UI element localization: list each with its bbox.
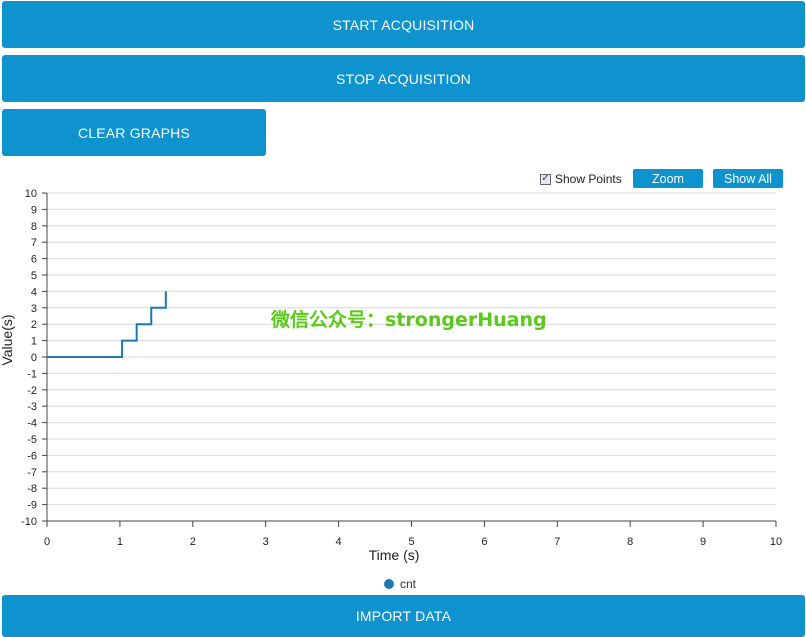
- y-tick-label: 3: [31, 303, 37, 315]
- y-tick-label: 5: [31, 270, 37, 282]
- legend-marker-cnt: [384, 579, 394, 589]
- x-tick-label: 4: [336, 536, 342, 548]
- x-tick-label: 1: [117, 536, 123, 548]
- y-axis-ticks: 109876543210-1-2-3-4-5-6-7-8-9-10: [21, 188, 47, 528]
- x-tick-label: 7: [554, 536, 560, 548]
- y-tick-label: -10: [21, 516, 37, 528]
- y-tick-label: 2: [31, 319, 37, 331]
- y-tick-label: 0: [31, 352, 37, 364]
- y-tick-label: 4: [31, 286, 37, 298]
- x-axis-label: Time (s): [369, 547, 420, 563]
- x-tick-label: 0: [44, 536, 50, 548]
- y-tick-label: 8: [31, 221, 37, 233]
- x-tick-label: 2: [190, 536, 196, 548]
- y-tick-label: -9: [27, 500, 37, 512]
- y-tick-label: 1: [31, 336, 37, 348]
- y-tick-label: -5: [27, 434, 37, 446]
- chart-legend[interactable]: cnt: [384, 577, 416, 591]
- y-tick-label: -4: [27, 418, 37, 430]
- x-tick-label: 3: [263, 536, 269, 548]
- y-tick-label: 9: [31, 204, 37, 216]
- y-axis-label: Value(s): [0, 314, 15, 365]
- y-tick-label: 10: [25, 188, 37, 200]
- y-tick-label: -7: [27, 467, 37, 479]
- y-tick-label: 6: [31, 254, 37, 266]
- watermark-text: 微信公众号：strongerHuang: [271, 309, 547, 331]
- y-tick-label: -1: [27, 368, 37, 380]
- chart-grid: [47, 192, 776, 522]
- y-tick-label: -2: [27, 385, 37, 397]
- y-tick-label: 7: [31, 237, 37, 249]
- x-axis-ticks: 0 1 2 3 4 5 6 7 8 9 10: [44, 521, 782, 548]
- legend-label-cnt: cnt: [400, 577, 417, 591]
- y-tick-label: -8: [27, 483, 37, 495]
- y-tick-label: -3: [27, 401, 37, 413]
- x-tick-label: 9: [700, 536, 706, 548]
- x-tick-label: 6: [481, 536, 487, 548]
- x-tick-label: 8: [627, 536, 633, 548]
- y-tick-label: -6: [27, 450, 37, 462]
- x-tick-label: 10: [770, 536, 782, 548]
- import-data-button[interactable]: IMPORT DATA: [2, 595, 805, 637]
